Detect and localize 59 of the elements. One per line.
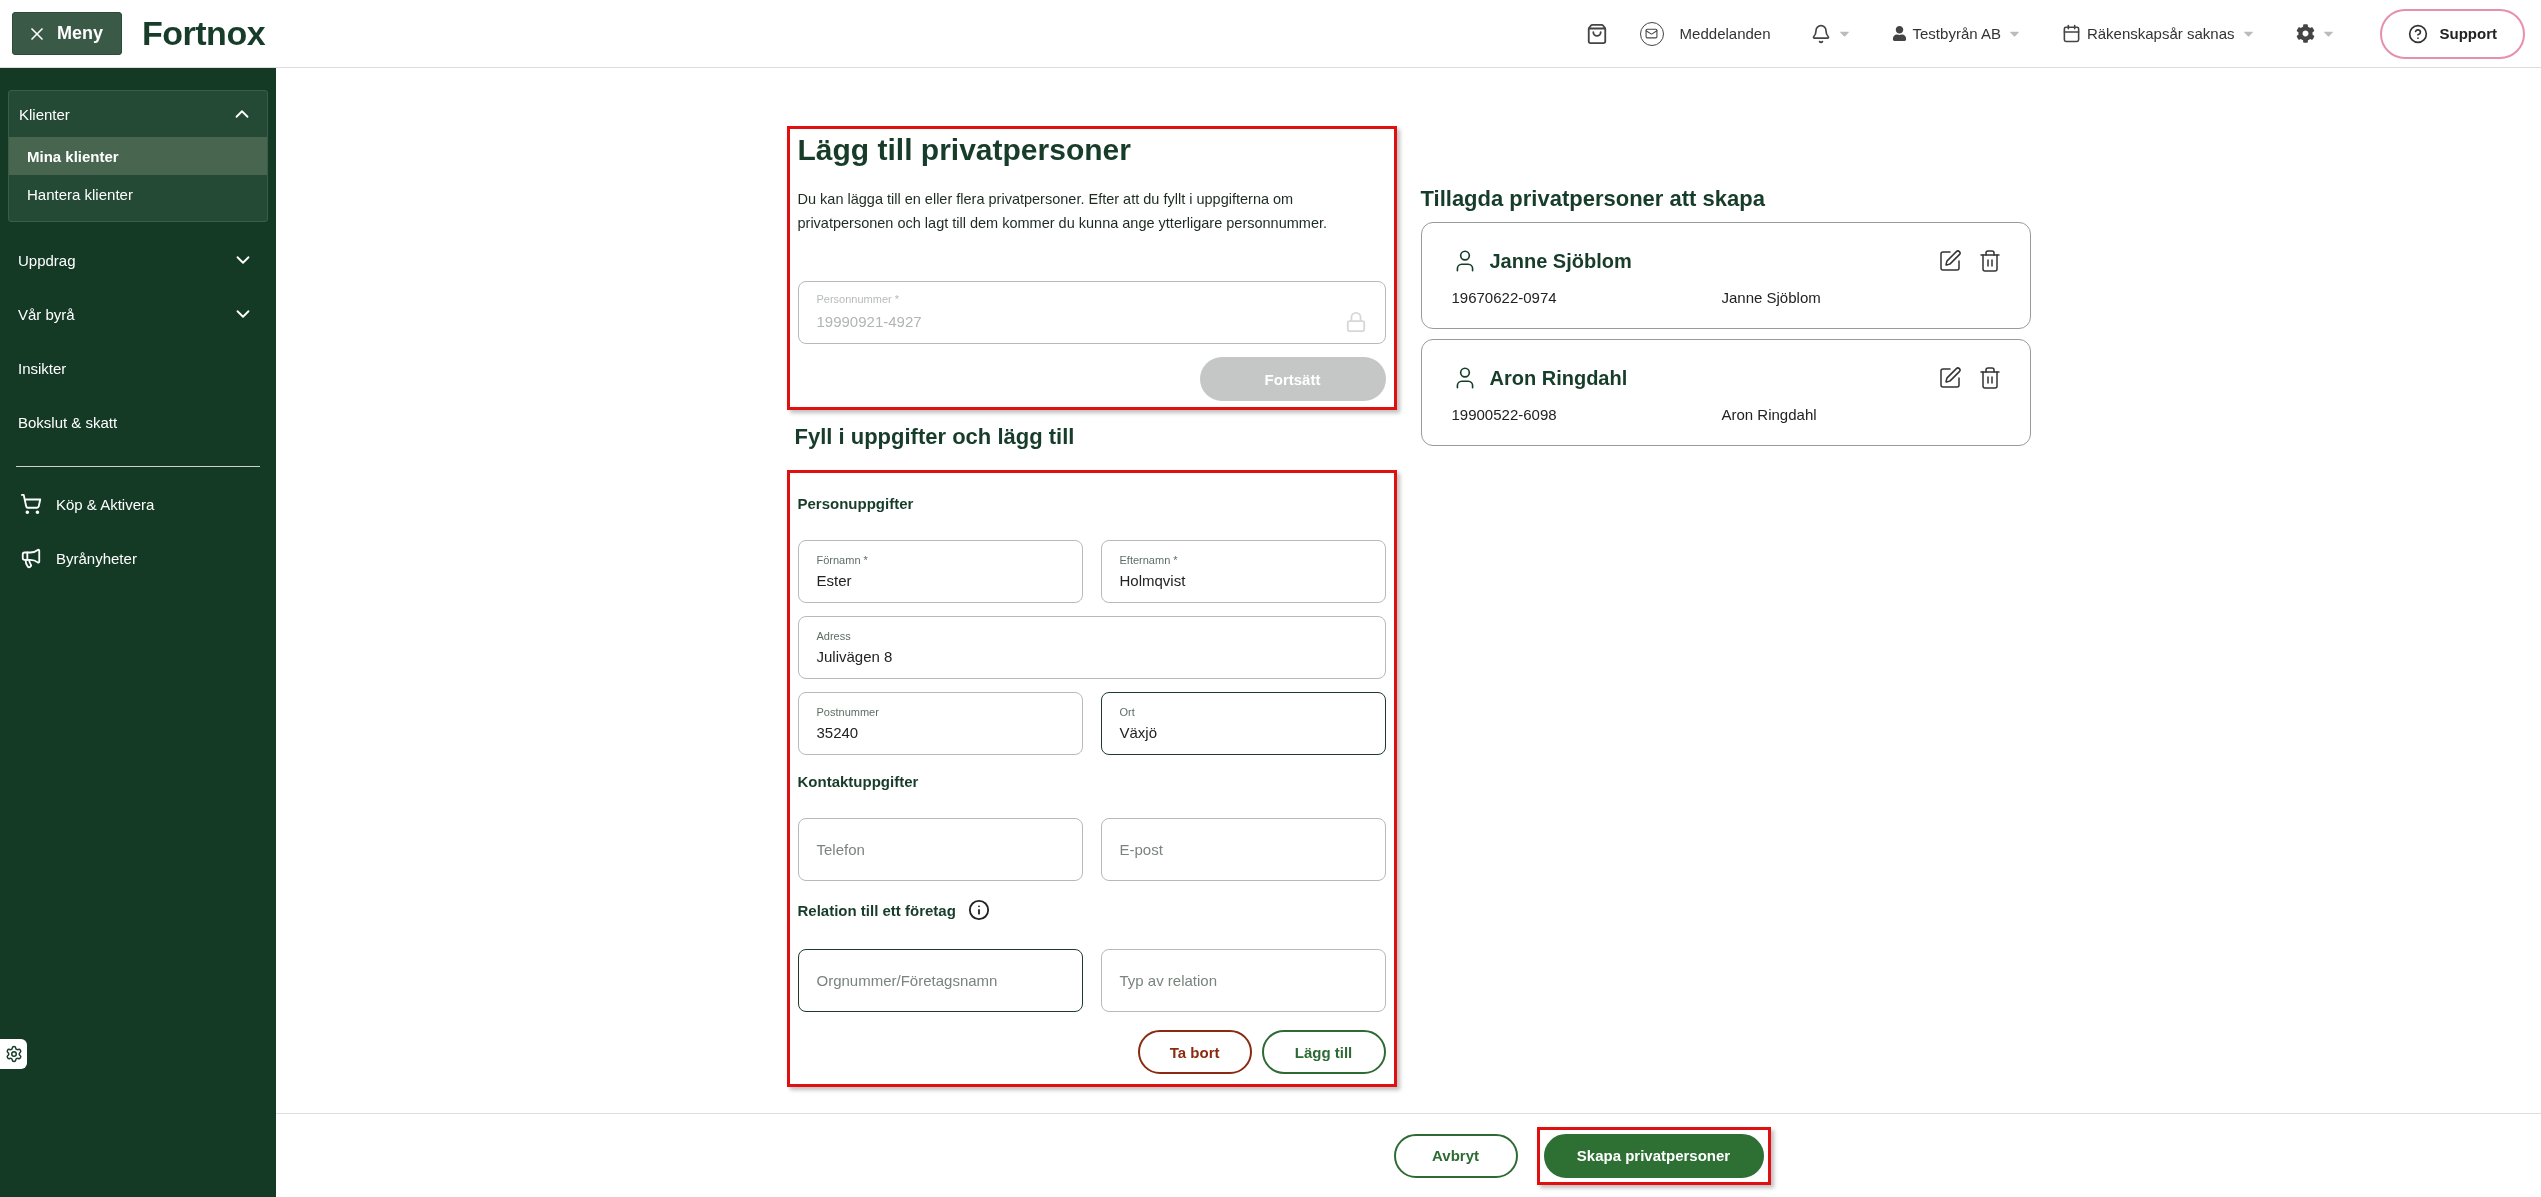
create-button[interactable]: Skapa privatpersoner xyxy=(1543,1133,1764,1178)
input-field[interactable]: Orgnummer/Företagsnamn xyxy=(797,949,1083,1012)
subsection-title: Kontaktuppgifter xyxy=(797,773,919,790)
input-field[interactable]: Postnummer 35240 xyxy=(797,692,1083,755)
pencil-icon xyxy=(1937,366,1962,390)
nav-item[interactable]: Köp & Aktivera xyxy=(8,477,268,531)
section-heading: Fyll i uppgifter och lägg till xyxy=(794,424,1076,450)
input-field[interactable]: Telefon xyxy=(797,818,1083,881)
messages-button[interactable]: Meddelanden xyxy=(1629,17,1781,50)
nav-item-label: Byrånyheter xyxy=(56,549,137,567)
intro-text: Du kan lägga till en eller flera privatpersoner. Efter att du fyllt i uppgifterna om privatpersonen och lagt till dem kommer du kunna ange ytterligare personnummer. xyxy=(797,190,1329,233)
nav-item[interactable]: Bokslut & skatt xyxy=(8,398,268,446)
nav-item[interactable]: Byrånyheter xyxy=(8,531,268,585)
nav-subitem[interactable]: Hantera klienter xyxy=(9,175,267,213)
nav-group-header[interactable]: Klienter xyxy=(9,91,267,137)
nav-subitem[interactable]: Mina klienter xyxy=(9,137,267,175)
full-name: Aron Ringdahl xyxy=(1721,406,1817,423)
nav-item-label: Köp & Aktivera xyxy=(56,495,155,513)
menu-button[interactable]: Meny xyxy=(12,12,122,55)
input-field[interactable]: Adress Julivägen 8 xyxy=(797,616,1386,679)
subsection-title: Relation till ett företag xyxy=(797,901,956,919)
input-field[interactable]: Ort Växjö xyxy=(1100,692,1386,755)
support-button[interactable]: Support xyxy=(2379,8,2525,59)
input-field[interactable]: Efternamn * Holmqvist xyxy=(1100,540,1386,603)
add-button[interactable]: Lägg till xyxy=(1261,1030,1386,1074)
settings-icon xyxy=(4,1045,23,1063)
calendar-icon xyxy=(2061,24,2081,43)
company-menu[interactable]: Testbyrån AB xyxy=(1881,21,2032,46)
settings-button[interactable] xyxy=(0,1039,27,1069)
input-field[interactable]: Typ av relation xyxy=(1100,949,1386,1012)
input-field[interactable]: Förnamn * Ester xyxy=(797,540,1083,603)
full-name: Janne Sjöblom xyxy=(1721,289,1821,306)
personal-number: 19900522-6098 xyxy=(1451,406,1558,423)
megaphone-icon xyxy=(20,547,42,569)
help-icon xyxy=(2407,23,2428,44)
user-icon xyxy=(1891,26,1907,41)
fiscal-year-menu[interactable]: Räkenskapsår saknas xyxy=(2051,20,2266,47)
nav-item[interactable]: Vår byrå xyxy=(8,290,268,338)
personal-number: 19670622-0974 xyxy=(1451,289,1558,306)
bell-icon xyxy=(1810,23,1831,44)
section-heading: Tillagda privatpersoner att skapa xyxy=(1420,186,1766,212)
cart-icon xyxy=(20,493,42,515)
nav-item[interactable]: Insikter xyxy=(8,344,268,392)
lock-icon xyxy=(1344,310,1367,333)
shopping-bag-icon xyxy=(1585,22,1608,45)
settings-icon xyxy=(2295,24,2315,43)
person-name: Aron Ringdahl xyxy=(1489,366,1629,390)
page-title: Lägg till privatpersoner xyxy=(797,133,1132,167)
trash-icon xyxy=(1977,366,2002,390)
nav-item[interactable]: Uppdrag xyxy=(8,236,268,284)
cancel-button[interactable]: Avbryt xyxy=(1393,1133,1518,1178)
logo: Fortnox xyxy=(142,14,266,53)
subsection-title: Personuppgifter xyxy=(797,495,914,512)
remove-button[interactable]: Ta bort xyxy=(1137,1030,1252,1074)
person-name: Janne Sjöblom xyxy=(1489,249,1633,273)
trash-icon xyxy=(1977,249,2002,273)
pencil-icon xyxy=(1937,249,1962,273)
input-field[interactable]: E-post xyxy=(1100,818,1386,881)
info-icon[interactable] xyxy=(967,899,990,921)
